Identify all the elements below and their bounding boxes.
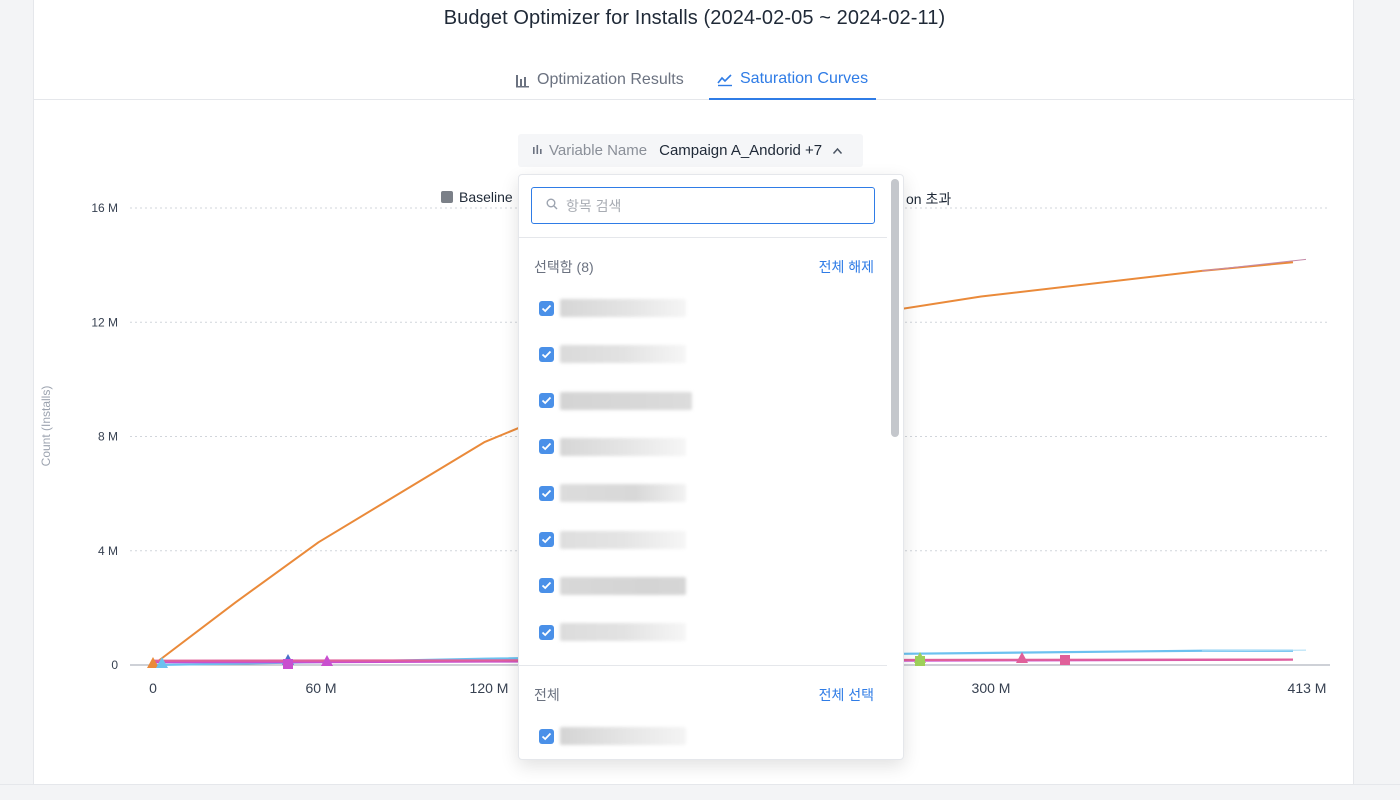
select-all-button[interactable]: 전체 선택: [819, 685, 874, 705]
series-tail: [1201, 649, 1307, 652]
list-item[interactable]: [539, 391, 692, 411]
selected-section-header: 선택함 (8) 전체 해제: [534, 257, 874, 277]
y-tick-label: 0: [111, 658, 118, 672]
redacted-label: [560, 484, 686, 503]
list-item[interactable]: [539, 576, 686, 596]
list-item[interactable]: [539, 530, 686, 550]
checkbox-checked-icon[interactable]: [539, 728, 554, 744]
variable-dropdown: 선택함 (8) 전체 해제 전체 전체 선택: [518, 174, 904, 760]
x-tick-label: 300 M: [972, 680, 1011, 696]
selected-section-label: 선택함 (8): [534, 259, 594, 275]
checkbox-checked-icon[interactable]: [539, 393, 554, 409]
redacted-label: [560, 727, 686, 745]
checkbox-checked-icon[interactable]: [539, 346, 554, 362]
search-icon: [546, 197, 558, 215]
list-item[interactable]: [539, 437, 686, 457]
redacted-label: [560, 345, 686, 364]
all-section-label: 전체: [534, 687, 560, 703]
divider: [519, 665, 887, 666]
search-field[interactable]: [531, 187, 875, 224]
y-tick-label: 4 M: [98, 544, 118, 558]
redacted-label: [560, 299, 686, 317]
x-tick-label: 0: [149, 680, 157, 696]
list-item[interactable]: [539, 344, 686, 364]
checkbox-checked-icon[interactable]: [539, 578, 554, 594]
list-item[interactable]: [539, 726, 686, 746]
redacted-label: [560, 576, 686, 595]
checkbox-checked-icon[interactable]: [539, 624, 554, 640]
list-item[interactable]: [539, 622, 686, 642]
redacted-label: [560, 530, 686, 549]
bottom-strip: [0, 784, 1400, 800]
divider: [519, 237, 887, 238]
point-marker-square: [1060, 655, 1070, 665]
checkbox-checked-icon[interactable]: [539, 439, 554, 455]
redacted-label: [560, 391, 692, 410]
checkbox-checked-icon[interactable]: [539, 485, 554, 501]
x-tick-label: 413 M: [1288, 680, 1327, 696]
y-tick-label: 16 M: [91, 201, 118, 215]
x-tick-label: 120 M: [470, 680, 509, 696]
checkbox-checked-icon[interactable]: [539, 532, 554, 547]
point-marker-square: [283, 659, 293, 669]
list-item[interactable]: [539, 298, 686, 318]
y-tick-label: 12 M: [91, 315, 118, 329]
list-item[interactable]: [539, 483, 686, 503]
redacted-label: [560, 623, 686, 642]
search-input[interactable]: [566, 197, 846, 214]
point-marker-square: [915, 656, 925, 666]
all-section-header: 전체 전체 선택: [534, 685, 874, 705]
deselect-all-button[interactable]: 전체 해제: [819, 257, 874, 277]
dropdown-scrollbar[interactable]: [891, 179, 899, 437]
x-tick-label: 60 M: [305, 680, 336, 696]
redacted-label: [560, 437, 686, 456]
y-tick-label: 8 M: [98, 430, 118, 444]
checkbox-checked-icon[interactable]: [539, 300, 554, 316]
series-tail: [1201, 258, 1307, 272]
